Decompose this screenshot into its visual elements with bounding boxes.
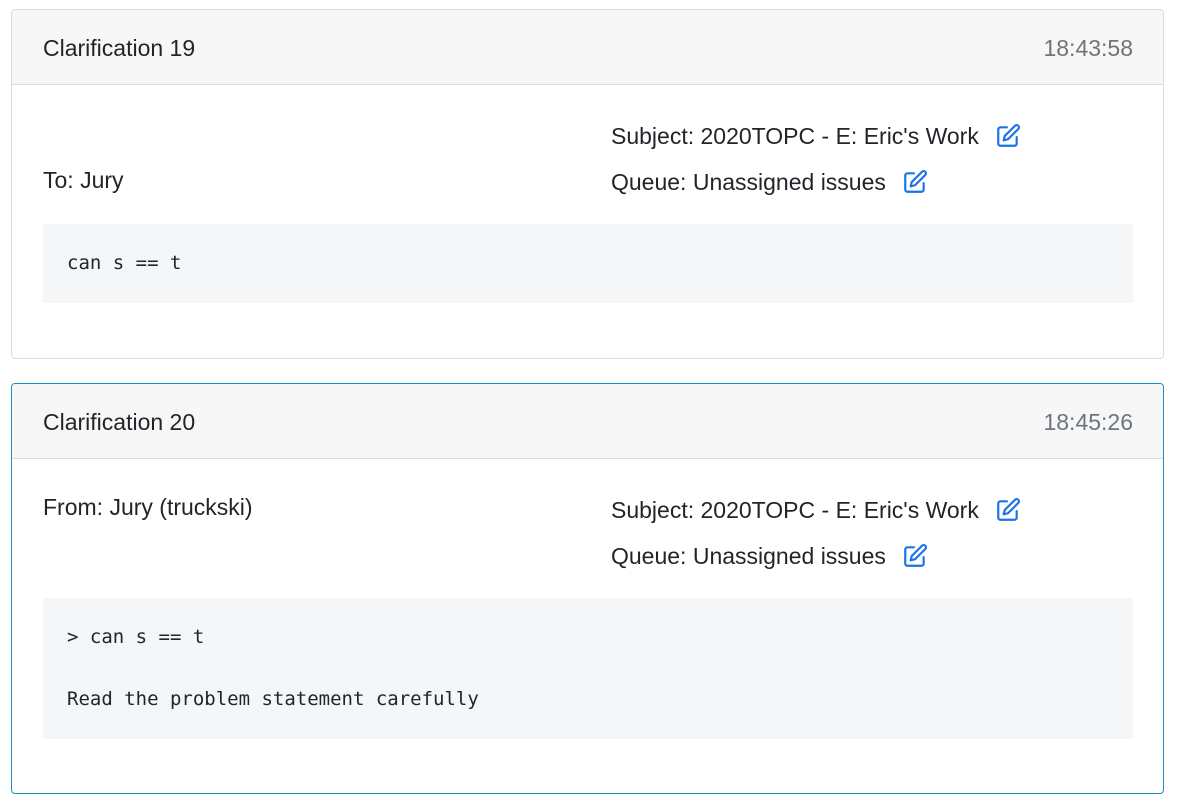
clarification-title: Clarification 20 [43, 409, 196, 435]
edit-subject-icon[interactable] [995, 497, 1021, 523]
recipient-label: To: Jury [43, 167, 124, 193]
subject-label: Subject: 2020TOPC - E: Eric's Work [611, 497, 979, 523]
subject-row: Subject: 2020TOPC - E: Eric's Work [611, 123, 1021, 149]
clarification-card-selected: Clarification 20 18:45:26 From: Jury (tr… [11, 383, 1164, 794]
edit-queue-icon[interactable] [902, 169, 928, 195]
quoted-message-line: > can s == t [67, 626, 205, 648]
message-line: can s == t [67, 252, 182, 274]
clarification-card: Clarification 19 18:43:58 To: Jury Subje… [11, 9, 1164, 359]
subject-label: Subject: 2020TOPC - E: Eric's Work [611, 123, 979, 149]
clarification-title: Clarification 19 [43, 35, 196, 61]
clarification-timestamp: 18:43:58 [1043, 35, 1133, 61]
edit-queue-icon[interactable] [902, 543, 928, 569]
subject-row: Subject: 2020TOPC - E: Eric's Work [611, 497, 1021, 523]
edit-subject-icon[interactable] [995, 123, 1021, 149]
message-body: > can s == t Read the problem statement … [43, 598, 1133, 739]
queue-label: Queue: Unassigned issues [611, 169, 886, 195]
queue-row: Queue: Unassigned issues [611, 543, 928, 569]
message-line: Read the problem statement carefully [67, 688, 479, 710]
sender-label: From: Jury (truckski) [43, 494, 253, 520]
message-body: can s == t [43, 224, 1133, 303]
card-header: Clarification 20 18:45:26 [12, 384, 1163, 459]
clarification-timestamp: 18:45:26 [1043, 409, 1133, 435]
queue-row: Queue: Unassigned issues [611, 169, 928, 195]
queue-label: Queue: Unassigned issues [611, 543, 886, 569]
card-header: Clarification 19 18:43:58 [12, 10, 1163, 85]
